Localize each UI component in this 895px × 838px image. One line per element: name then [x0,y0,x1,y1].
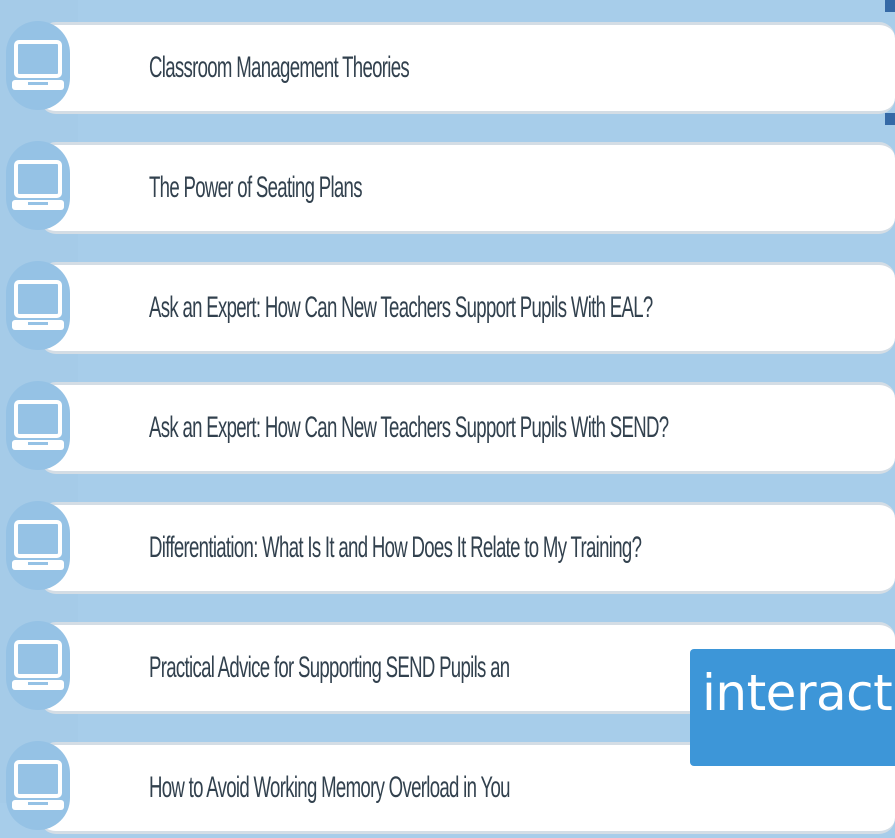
course-item[interactable]: Differentiation: What Is It and How Does… [0,492,895,598]
course-item-title[interactable]: Differentiation: What Is It and How Does… [149,531,642,565]
laptop-icon [12,520,64,570]
laptop-icon [6,741,70,830]
scroll-marker [885,0,895,12]
interactive-overlay[interactable]: interactiv [690,649,895,766]
course-item[interactable]: The Power of Seating Plans [0,132,895,238]
course-item[interactable]: Ask an Expert: How Can New Teachers Supp… [0,252,895,358]
course-item[interactable]: Classroom Management Theories [0,12,895,118]
laptop-icon [6,21,70,110]
laptop-icon [12,280,64,330]
course-item-title[interactable]: Ask an Expert: How Can New Teachers Supp… [149,291,653,325]
laptop-icon [12,760,64,810]
interactive-overlay-label: interactiv [702,664,895,722]
course-item-title[interactable]: Practical Advice for Supporting SEND Pup… [149,651,510,685]
laptop-icon [6,381,70,470]
laptop-icon [12,640,64,690]
laptop-icon [6,621,70,710]
laptop-icon [6,501,70,590]
course-item-title[interactable]: How to Avoid Working Memory Overload in … [149,771,510,805]
laptop-icon [12,40,64,90]
scroll-marker [885,113,895,125]
laptop-icon [12,160,64,210]
course-item-title[interactable]: Classroom Management Theories [149,51,410,85]
course-item-title[interactable]: The Power of Seating Plans [149,171,363,205]
course-item[interactable]: Ask an Expert: How Can New Teachers Supp… [0,372,895,478]
laptop-icon [6,261,70,350]
laptop-icon [6,141,70,230]
course-item-title[interactable]: Ask an Expert: How Can New Teachers Supp… [149,411,669,445]
laptop-icon [12,400,64,450]
